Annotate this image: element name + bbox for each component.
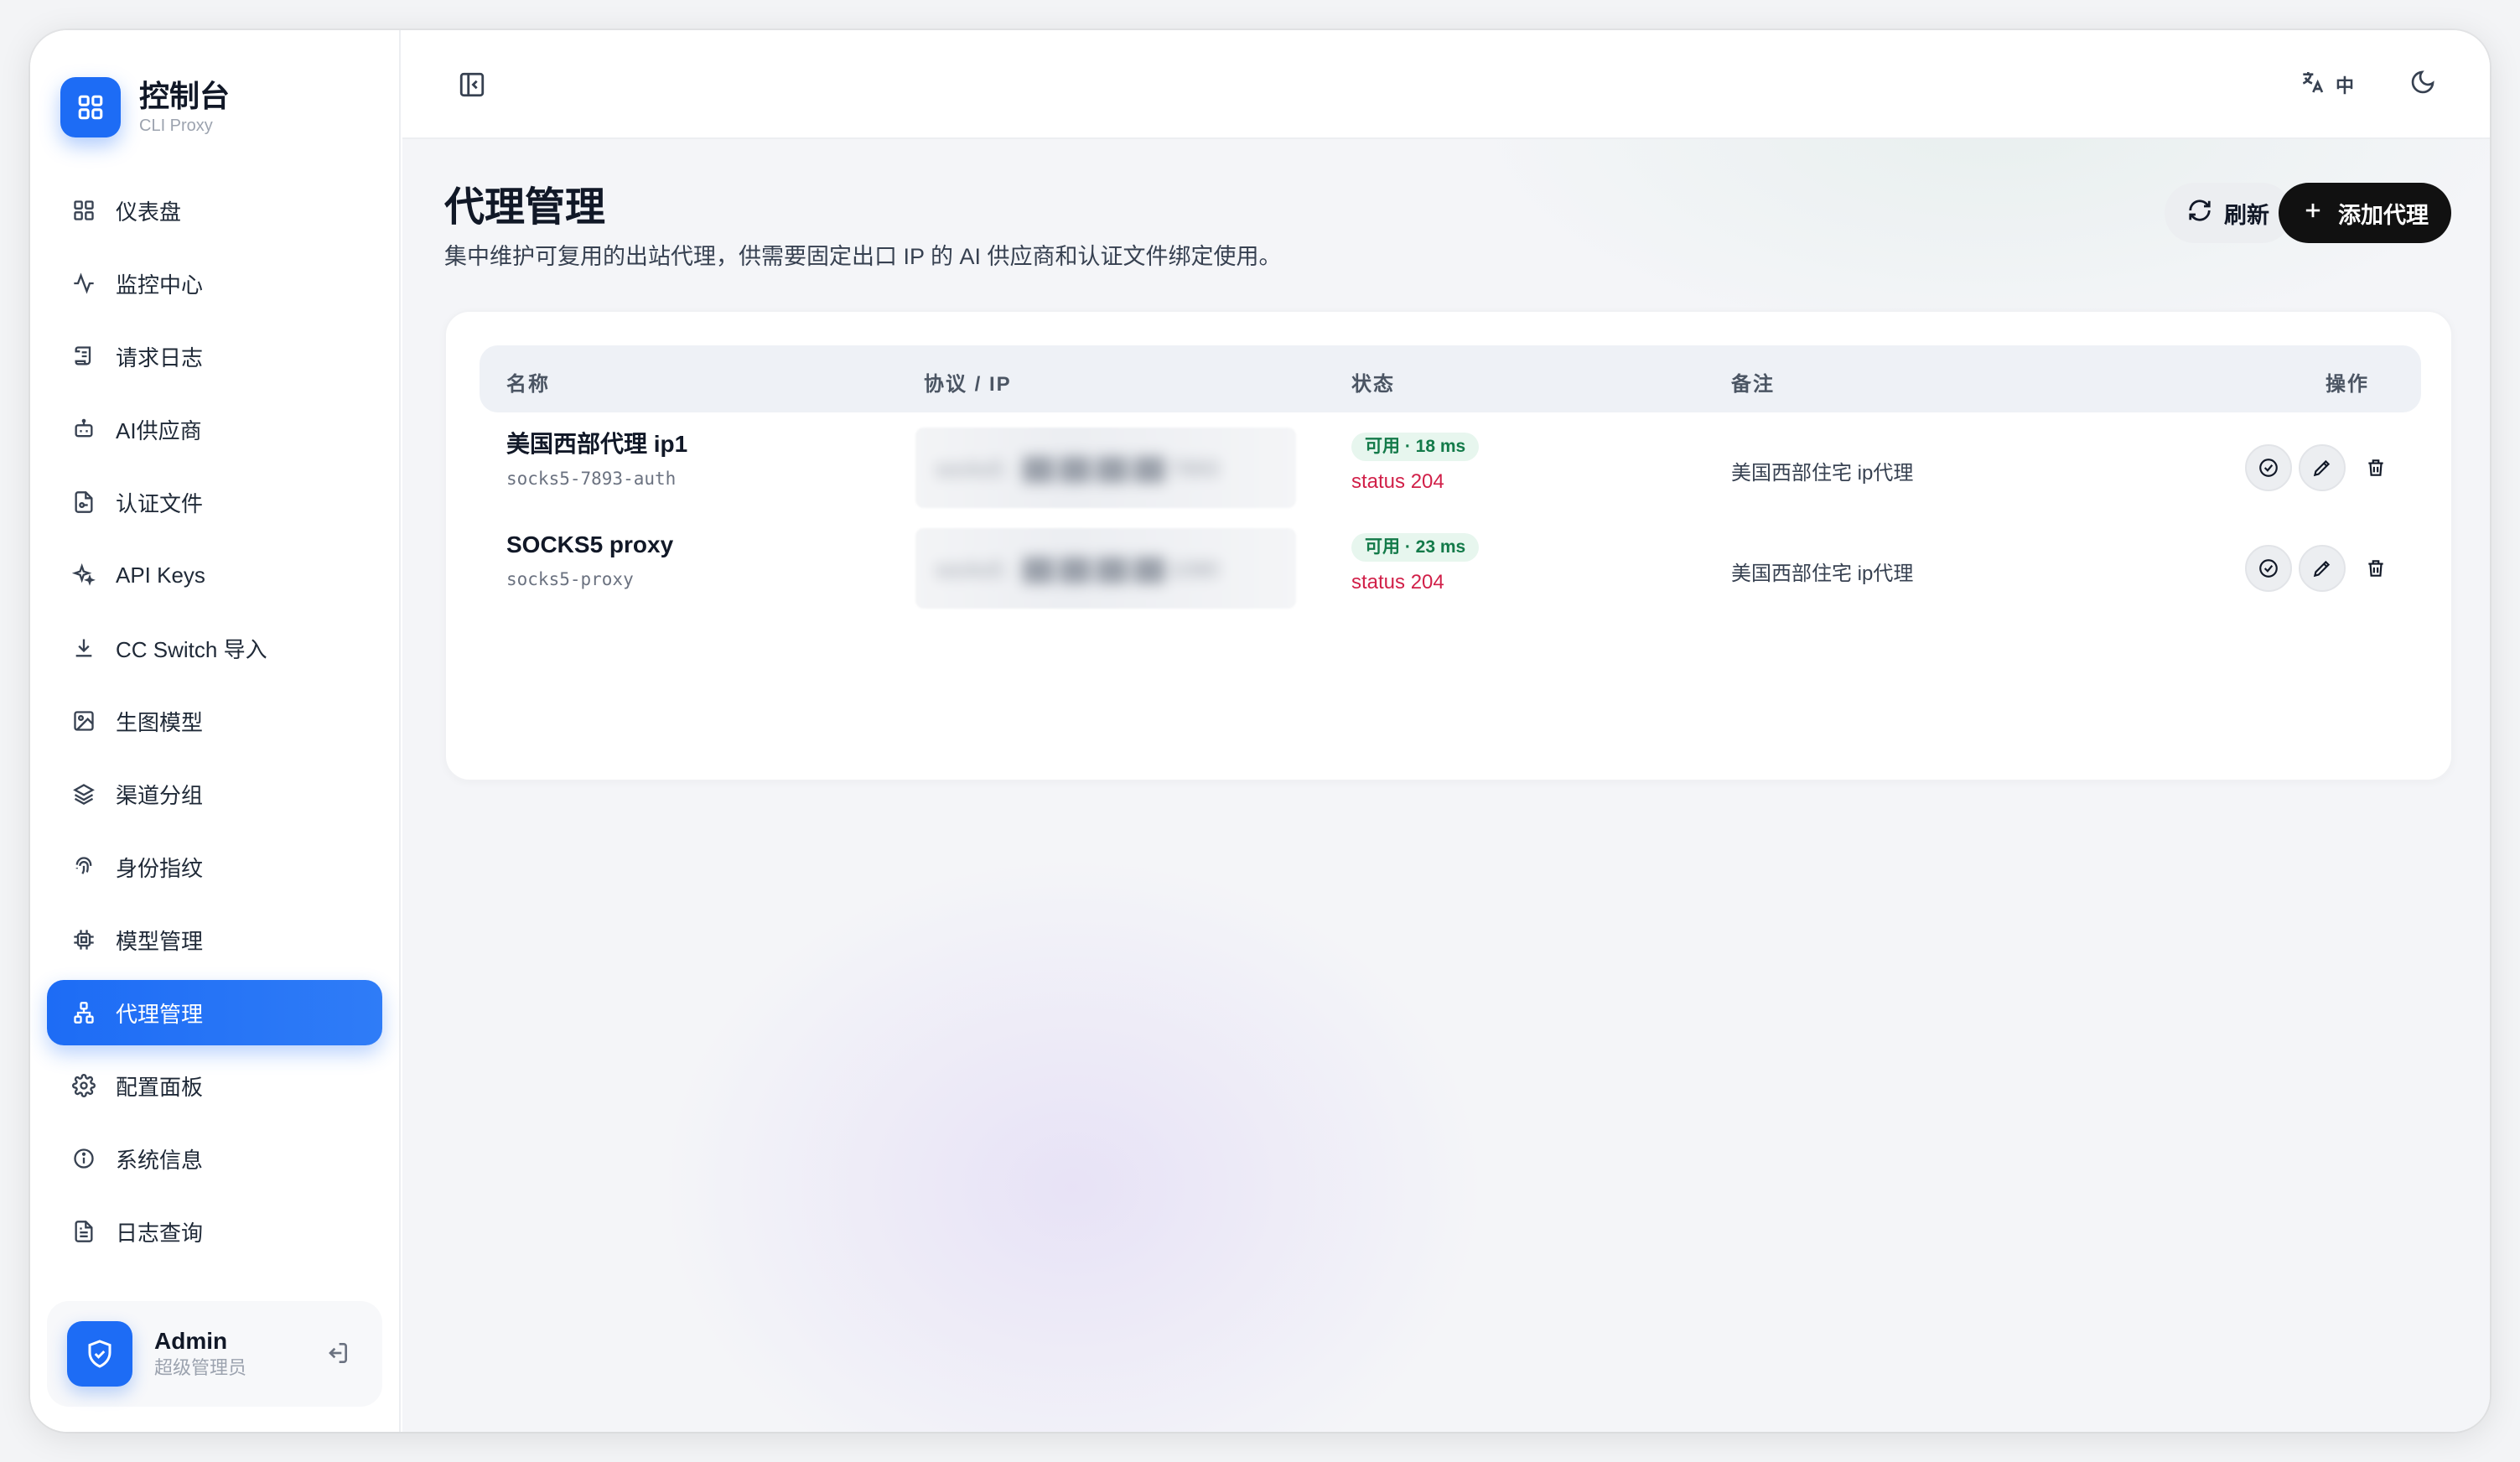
user-card: Admin 超级管理员 xyxy=(47,1301,382,1407)
dashboard-grid-icon xyxy=(70,197,97,224)
main-content: 中 代理管理 集中维护可复用的出站代理，供需要固定出口 IP 的 AI 供应商和… xyxy=(402,30,2490,1432)
sidebar-item-label: API Keys xyxy=(116,562,205,588)
language-toggle[interactable]: 中 xyxy=(2299,69,2354,101)
sidebar: 控制台 CLI Proxy 仪表盘 监控中心 请求日志 AI供应商 认证文件 A… xyxy=(30,30,401,1432)
sidebar-item-request-logs[interactable]: 请求日志 xyxy=(47,324,382,389)
proxy-ip-redacted: socks5 · ██.██.██.██:1080 xyxy=(915,528,1296,609)
language-label: 中 xyxy=(2335,75,2354,96)
sidebar-item-label: 模型管理 xyxy=(116,928,204,954)
sidebar-item-label: 监控中心 xyxy=(116,272,204,298)
sidebar-toggle-icon[interactable] xyxy=(458,70,486,103)
sidebar-item-label: 系统信息 xyxy=(116,1147,204,1173)
status-code: status 204 xyxy=(1351,470,1444,493)
sparkles-icon xyxy=(70,562,97,588)
proxy-ip-redacted: socks5 · ██.██.██.██:7893 xyxy=(915,428,1296,508)
app-window: 控制台 CLI Proxy 仪表盘 监控中心 请求日志 AI供应商 认证文件 A… xyxy=(30,30,2490,1432)
fingerprint-icon xyxy=(70,853,97,880)
header-note: 备注 xyxy=(1731,373,1775,396)
sidebar-item-auth-files[interactable]: 认证文件 xyxy=(47,469,382,535)
proxy-table-card: 名称 协议 / IP 状态 备注 操作 美国西部代理 ip1 socks5-78… xyxy=(444,310,2453,781)
sidebar-item-api-keys[interactable]: API Keys xyxy=(47,542,382,608)
refresh-button[interactable]: 刷新 xyxy=(2165,183,2292,243)
add-proxy-label: 添加代理 xyxy=(2338,202,2429,228)
availability-badge: 可用 · 23 ms xyxy=(1351,533,1480,562)
sidebar-item-model-management[interactable]: 模型管理 xyxy=(47,907,382,972)
brand-title: 控制台 xyxy=(139,79,231,113)
logout-icon[interactable] xyxy=(324,1340,350,1371)
sidebar-item-label: AI供应商 xyxy=(116,417,202,443)
check-circle-icon[interactable] xyxy=(2245,545,2292,592)
activity-pulse-icon xyxy=(70,270,97,297)
sidebar-item-log-query[interactable]: 日志查询 xyxy=(47,1199,382,1264)
table-row: SOCKS5 proxy socks5-proxy socks5 · ██.██… xyxy=(480,520,2421,619)
file-key-icon xyxy=(70,489,97,516)
trash-icon[interactable] xyxy=(2352,444,2399,491)
gear-icon xyxy=(70,1072,97,1099)
user-name: Admin xyxy=(154,1328,228,1354)
bot-icon xyxy=(70,416,97,443)
info-icon xyxy=(70,1145,97,1172)
header-name: 名称 xyxy=(506,373,550,396)
scroll-log-icon xyxy=(70,343,97,370)
page-title: 代理管理 xyxy=(444,185,606,230)
page-description: 集中维护可复用的出站代理，供需要固定出口 IP 的 AI 供应商和认证文件绑定使… xyxy=(444,244,1282,269)
sidebar-item-label: CC Switch 导入 xyxy=(116,636,267,662)
user-role: 超级管理员 xyxy=(154,1357,247,1378)
sidebar-item-dashboard[interactable]: 仪表盘 xyxy=(47,178,382,243)
sidebar-item-label: 渠道分组 xyxy=(116,782,204,808)
proxy-note: 美国西部住宅 ip代理 xyxy=(1731,563,1914,585)
network-icon xyxy=(70,999,97,1026)
table-row: 美国西部代理 ip1 socks5-7893-auth socks5 · ██.… xyxy=(480,419,2421,518)
proxy-note: 美国西部住宅 ip代理 xyxy=(1731,462,1914,485)
table-header: 名称 协议 / IP 状态 备注 操作 xyxy=(480,345,2421,412)
file-text-icon xyxy=(70,1218,97,1245)
sidebar-item-config-panel[interactable]: 配置面板 xyxy=(47,1053,382,1118)
sidebar-item-label: 生图模型 xyxy=(116,709,204,735)
sidebar-nav: 仪表盘 监控中心 请求日志 AI供应商 认证文件 API Keys CC Swi… xyxy=(47,178,382,1272)
proxy-name: SOCKS5 proxy xyxy=(506,531,674,557)
sidebar-item-cc-switch-import[interactable]: CC Switch 导入 xyxy=(47,615,382,681)
proxy-id: socks5-proxy xyxy=(506,569,634,589)
plus-icon xyxy=(2301,199,2325,228)
refresh-label: 刷新 xyxy=(2224,202,2269,228)
sidebar-item-proxy-management[interactable]: 代理管理 xyxy=(47,980,382,1045)
sidebar-item-fingerprint[interactable]: 身份指纹 xyxy=(47,834,382,899)
pencil-icon[interactable] xyxy=(2299,444,2346,491)
brand: 控制台 CLI Proxy xyxy=(60,77,230,137)
moon-icon[interactable] xyxy=(2409,69,2436,100)
refresh-icon xyxy=(2187,198,2212,229)
image-icon xyxy=(70,708,97,734)
header-protocol-ip: 协议 / IP xyxy=(924,373,1012,396)
sidebar-item-label: 仪表盘 xyxy=(116,199,182,225)
sidebar-item-image-models[interactable]: 生图模型 xyxy=(47,688,382,754)
sidebar-item-label: 代理管理 xyxy=(116,1001,204,1027)
brand-subtitle: CLI Proxy xyxy=(139,117,213,135)
header-status: 状态 xyxy=(1351,373,1395,396)
sidebar-item-ai-providers[interactable]: AI供应商 xyxy=(47,397,382,462)
check-circle-icon[interactable] xyxy=(2245,444,2292,491)
pencil-icon[interactable] xyxy=(2299,545,2346,592)
brand-logo-icon xyxy=(60,77,121,137)
availability-badge: 可用 · 18 ms xyxy=(1351,433,1480,461)
sidebar-item-system-info[interactable]: 系统信息 xyxy=(47,1126,382,1191)
translate-icon xyxy=(2299,69,2326,101)
layers-icon xyxy=(70,780,97,807)
header-actions: 操作 xyxy=(2326,373,2369,396)
cpu-chip-icon xyxy=(70,926,97,953)
add-proxy-button[interactable]: 添加代理 xyxy=(2279,183,2451,243)
shield-avatar-icon xyxy=(67,1321,132,1387)
sidebar-item-label: 认证文件 xyxy=(116,490,204,516)
sidebar-item-label: 日志查询 xyxy=(116,1220,204,1246)
proxy-id: socks5-7893-auth xyxy=(506,469,677,489)
sidebar-item-label: 请求日志 xyxy=(116,345,204,371)
status-code: status 204 xyxy=(1351,571,1444,594)
sidebar-item-label: 身份指纹 xyxy=(116,855,204,881)
trash-icon[interactable] xyxy=(2352,545,2399,592)
sidebar-item-monitoring[interactable]: 监控中心 xyxy=(47,251,382,316)
sidebar-item-channel-groups[interactable]: 渠道分组 xyxy=(47,761,382,827)
download-icon xyxy=(70,635,97,661)
topbar: 中 xyxy=(402,30,2490,139)
proxy-name: 美国西部代理 ip1 xyxy=(506,431,688,457)
sidebar-item-label: 配置面板 xyxy=(116,1074,204,1100)
